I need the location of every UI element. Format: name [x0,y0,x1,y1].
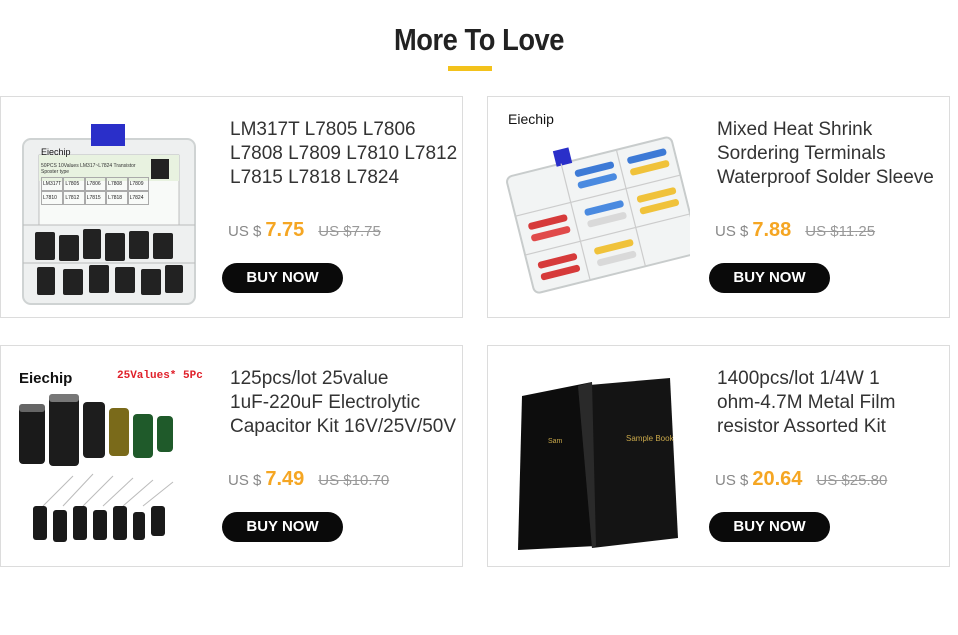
product-name[interactable]: LM317T L7805 L7806 L7808 L7809 L7810 L78… [230,118,465,190]
currency-label: US $ [228,223,262,240]
price-row: US $7.75 US $7.75 [228,219,381,241]
product-name[interactable]: 1400pcs/lot 1/4W 1 ohm-4.7M Metal Film r… [717,367,952,439]
currency-label: US $ [715,223,749,240]
product-image[interactable]: Eiechip 50PCS 10Values LM317~L7824 Trans… [13,107,203,307]
price-row: US $20.64 US $25.80 [715,468,887,490]
product-image[interactable]: Eiechip [500,107,690,307]
image-label-b: Sample Book [626,434,674,443]
sale-price: 7.75 [265,219,305,241]
image-cell: L7815 [84,191,107,205]
image-brand: Eiechip [19,370,73,387]
product-card[interactable]: Sam Sample Book 1400pcs/lot 1/4W 1 ohm-4… [487,345,950,567]
image-cell: LM317T [41,177,64,191]
image-cell: L7809 [127,177,149,191]
product-card[interactable]: Eiechip Mixed Heat Shrink Sordering Term… [487,96,950,318]
sale-price: 7.49 [265,468,305,490]
product-name[interactable]: 125pcs/lot 25value 1uF-220uF Electrolyti… [230,367,465,439]
image-cell: L7818 [106,191,128,205]
price-row: US $7.88 US $11.25 [715,219,875,241]
sale-price: 20.64 [752,468,803,490]
product-card[interactable]: Eiechip 25Values* 5Pcs 125pcs/lot 25valu… [0,345,463,567]
currency-label: US $ [715,472,749,489]
image-cell: L7824 [127,191,149,205]
image-header: 50PCS 10Values LM317~L7824 Transistor Sp… [41,163,136,175]
buy-now-button[interactable]: BUY NOW [709,263,830,293]
image-cell: L7806 [84,177,107,191]
buy-now-button[interactable]: BUY NOW [222,263,343,293]
image-cell: L7812 [63,191,85,205]
original-price: US $10.70 [318,472,390,489]
buy-now-button[interactable]: BUY NOW [709,512,830,542]
original-price: US $7.75 [318,223,381,240]
image-cell: L7805 [63,177,85,191]
sale-price: 7.88 [752,219,792,241]
currency-label: US $ [228,472,262,489]
buy-now-button[interactable]: BUY NOW [222,512,343,542]
image-cell: L7810 [41,191,64,205]
image-brand: Eiechip [41,147,71,157]
image-badge: 25Values* 5Pcs [117,370,203,382]
image-cell: L7808 [106,177,128,191]
image-brand: Eiechip [508,111,554,127]
image-grid: LM317T L7805 L7806 L7808 L7809 L7810 L78… [41,177,149,205]
original-price: US $11.25 [805,223,876,240]
product-card[interactable]: Eiechip 50PCS 10Values LM317~L7824 Trans… [0,96,463,318]
product-image[interactable]: Eiechip 25Values* 5Pcs [13,356,203,556]
product-name[interactable]: Mixed Heat Shrink Sordering Terminals Wa… [717,118,952,190]
price-row: US $7.49 US $10.70 [228,468,389,490]
title-underline [448,66,492,71]
image-label-a: Sam [548,438,563,445]
product-image[interactable]: Sam Sample Book [500,356,690,556]
original-price: US $25.80 [816,472,888,489]
section-title: More To Love [393,22,565,57]
